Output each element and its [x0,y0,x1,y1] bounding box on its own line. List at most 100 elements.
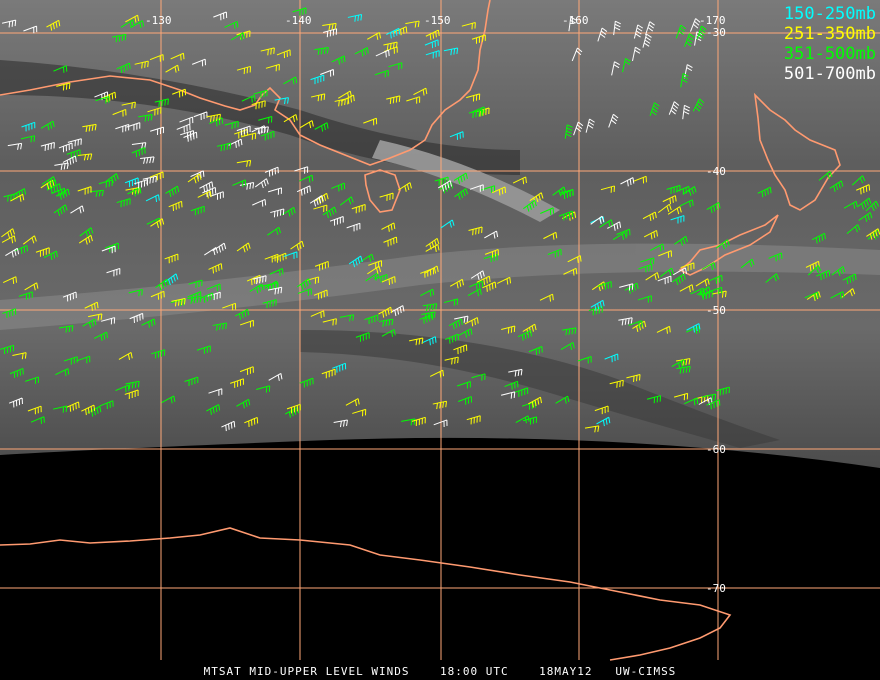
wind-barb-feather [308,176,311,183]
wind-barb-feather [26,245,28,252]
wind-barb-feather [183,298,186,305]
wind-barb-feather [220,145,223,152]
wind-barb-feather [120,66,123,73]
wind-barb-feather [572,269,575,276]
wind-barb-feather [251,96,253,103]
wind-barb-feather [320,312,322,319]
wind-barb-feather [398,95,401,102]
wind-barb-feather [147,61,149,68]
wind-barb-feather [486,285,488,292]
wind-barb-feather [400,29,402,36]
wind-barb-feather [702,288,705,295]
wind-barb-feather [206,295,209,302]
wind-barb-feather [12,277,15,284]
wind-barb-feather [215,266,217,273]
lat-label: -70 [706,582,726,595]
wind-barb-feather [472,111,474,119]
wind-barb-feather [167,98,169,105]
wind-barb-feather [434,336,437,343]
wind-barb-feather [65,83,68,90]
wind-barb-feather [552,207,555,214]
wind-barb-feather [164,99,166,106]
wind-barb-feather [320,94,323,101]
wind-barb-feather [78,401,80,408]
wind-barb-feather [549,209,552,216]
lon-label: -130 [145,14,172,27]
wind-barb-feather [306,187,309,194]
wind-barb-feather [10,194,12,201]
wind-barb-feather [270,48,272,55]
wind-barb-feather [264,199,267,206]
satellite-map: -130 -140 -150 -160 -170 -30 -40 -50 -60… [0,0,880,680]
lat-label: -50 [706,304,726,317]
wind-barb-feather [11,20,14,27]
wind-barb-feather [228,423,230,430]
wind-barb-feather [828,270,831,277]
wind-barb-feather [451,358,453,365]
wind-barb-feather [182,53,185,60]
wind-barb-feather [67,368,70,375]
wind-barb-feather [64,369,67,376]
wind-barb-feather [149,177,151,184]
lon-label: -150 [424,14,451,27]
wind-barb-feather [16,193,18,200]
wind-barb-feather [8,21,11,28]
wind-barb-feather [323,310,325,317]
wind-barb-feather [457,357,459,364]
wind-barb-feather [144,61,146,68]
wind-barb-feather [158,100,160,108]
wind-barb-feather [343,55,346,62]
wind-barb-feather [341,99,343,106]
lat-label: -40 [706,165,726,178]
pressure-legend: 150-250mb 251-350mb 351-500mb 501-700mb [784,4,876,84]
wind-barb-feather [23,246,26,253]
wind-barb-feather [212,267,215,274]
wind-barb-feather [134,102,136,109]
wind-barb-feather [347,98,349,105]
wind-barb-feather [225,425,227,432]
footer-time: 18:00 UTC [439,665,509,678]
wind-barb-feather [96,302,99,309]
wind-barb-feather [141,62,143,69]
wind-barb-feather [344,99,346,106]
wind-barb-feather [317,95,320,102]
wind-barb-feather [129,63,131,70]
wind-barb-feather [250,279,253,286]
wind-barb-feather [696,397,699,405]
wind-barb-feather [212,292,214,299]
wind-barb-feather [432,337,434,345]
wind-barb-feather [498,189,501,196]
wind-barb-feather [233,22,236,29]
wind-barb-feather [311,175,314,182]
wind-barb-feather [62,84,65,91]
wind-barb-feather [123,65,125,72]
wind-barb-feather [155,176,158,183]
wind-barb-feather [389,97,392,105]
wind-barb-feather [860,188,862,195]
lon-label: -160 [562,14,589,27]
map-canvas: -130 -140 -150 -160 -170 -30 -40 -50 -60… [0,0,880,661]
footer-date: 18MAY12 [539,665,593,678]
wind-barb-feather [30,136,33,143]
wind-barb-feather [114,92,117,99]
wind-barb-feather [15,276,17,283]
wind-barb-feather [281,268,284,275]
wind-barb-feather [14,20,17,27]
wind-barb-feather [825,271,828,278]
wind-barb-feather [338,58,340,65]
wind-barb-feather [20,247,23,254]
wind-barb-feather [261,200,264,207]
footer-source: UW-CIMSS [615,665,677,678]
wind-barb-feather [180,54,182,61]
wind-barb-feather [823,272,825,279]
lat-label: -60 [706,443,726,456]
wind-barb-feather [395,96,398,103]
wind-barb-feather [385,51,387,58]
wind-barb-feather [454,357,456,364]
wind-barb-feather [111,93,114,100]
wind-barb-feather [868,184,871,191]
wind-barb-feather [209,294,211,301]
wind-barb-feather [475,111,478,118]
wind-barb-feather [273,47,275,54]
wind-barb-feather [354,15,357,22]
